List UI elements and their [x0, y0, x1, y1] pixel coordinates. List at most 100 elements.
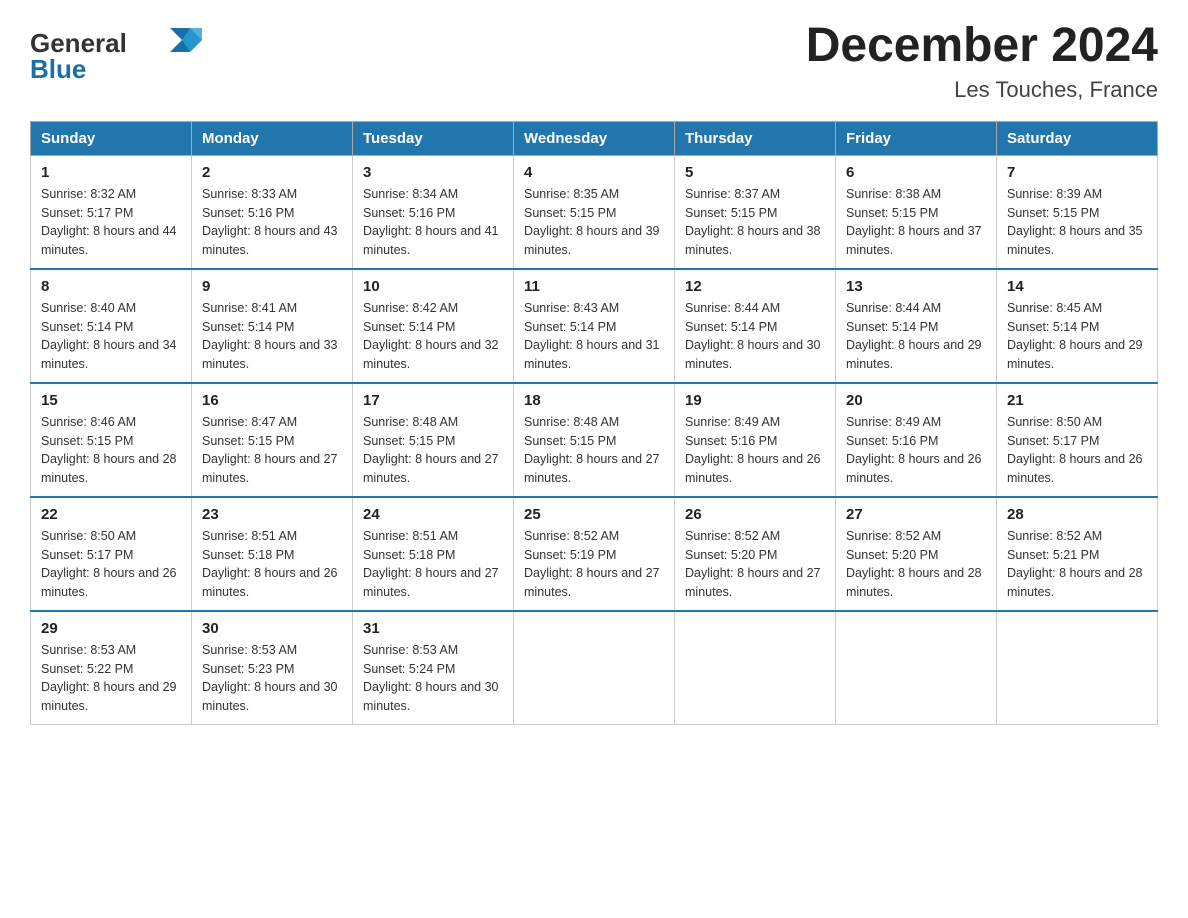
- weekday-header-saturday: Saturday: [997, 121, 1158, 155]
- weekday-header-thursday: Thursday: [675, 121, 836, 155]
- calendar-cell: 31 Sunrise: 8:53 AMSunset: 5:24 PMDaylig…: [353, 611, 514, 725]
- day-info: Sunrise: 8:53 AMSunset: 5:23 PMDaylight:…: [202, 641, 342, 716]
- calendar-table: SundayMondayTuesdayWednesdayThursdayFrid…: [30, 121, 1158, 725]
- calendar-cell: 22 Sunrise: 8:50 AMSunset: 5:17 PMDaylig…: [31, 497, 192, 611]
- day-info: Sunrise: 8:35 AMSunset: 5:15 PMDaylight:…: [524, 185, 664, 260]
- weekday-header-monday: Monday: [192, 121, 353, 155]
- calendar-cell: [997, 611, 1158, 725]
- calendar-cell: 5 Sunrise: 8:37 AMSunset: 5:15 PMDayligh…: [675, 155, 836, 269]
- day-info: Sunrise: 8:40 AMSunset: 5:14 PMDaylight:…: [41, 299, 181, 374]
- day-number: 24: [363, 506, 503, 523]
- day-info: Sunrise: 8:47 AMSunset: 5:15 PMDaylight:…: [202, 413, 342, 488]
- day-number: 8: [41, 278, 181, 295]
- calendar-cell: 15 Sunrise: 8:46 AMSunset: 5:15 PMDaylig…: [31, 383, 192, 497]
- calendar-week-row: 8 Sunrise: 8:40 AMSunset: 5:14 PMDayligh…: [31, 269, 1158, 383]
- calendar-week-row: 22 Sunrise: 8:50 AMSunset: 5:17 PMDaylig…: [31, 497, 1158, 611]
- calendar-cell: 4 Sunrise: 8:35 AMSunset: 5:15 PMDayligh…: [514, 155, 675, 269]
- calendar-cell: 2 Sunrise: 8:33 AMSunset: 5:16 PMDayligh…: [192, 155, 353, 269]
- weekday-header-sunday: Sunday: [31, 121, 192, 155]
- day-number: 7: [1007, 164, 1147, 181]
- calendar-cell: 24 Sunrise: 8:51 AMSunset: 5:18 PMDaylig…: [353, 497, 514, 611]
- day-number: 12: [685, 278, 825, 295]
- day-info: Sunrise: 8:49 AMSunset: 5:16 PMDaylight:…: [846, 413, 986, 488]
- day-info: Sunrise: 8:33 AMSunset: 5:16 PMDaylight:…: [202, 185, 342, 260]
- day-number: 26: [685, 506, 825, 523]
- title-area: December 2024 Les Touches, France: [806, 20, 1158, 103]
- day-number: 25: [524, 506, 664, 523]
- day-info: Sunrise: 8:49 AMSunset: 5:16 PMDaylight:…: [685, 413, 825, 488]
- month-year-title: December 2024: [806, 20, 1158, 73]
- calendar-cell: 13 Sunrise: 8:44 AMSunset: 5:14 PMDaylig…: [836, 269, 997, 383]
- calendar-cell: 28 Sunrise: 8:52 AMSunset: 5:21 PMDaylig…: [997, 497, 1158, 611]
- day-number: 27: [846, 506, 986, 523]
- day-info: Sunrise: 8:32 AMSunset: 5:17 PMDaylight:…: [41, 185, 181, 260]
- calendar-cell: 3 Sunrise: 8:34 AMSunset: 5:16 PMDayligh…: [353, 155, 514, 269]
- calendar-cell: [514, 611, 675, 725]
- calendar-week-row: 1 Sunrise: 8:32 AMSunset: 5:17 PMDayligh…: [31, 155, 1158, 269]
- day-info: Sunrise: 8:48 AMSunset: 5:15 PMDaylight:…: [524, 413, 664, 488]
- day-info: Sunrise: 8:51 AMSunset: 5:18 PMDaylight:…: [363, 527, 503, 602]
- day-number: 29: [41, 620, 181, 637]
- day-info: Sunrise: 8:45 AMSunset: 5:14 PMDaylight:…: [1007, 299, 1147, 374]
- day-info: Sunrise: 8:42 AMSunset: 5:14 PMDaylight:…: [363, 299, 503, 374]
- calendar-cell: 9 Sunrise: 8:41 AMSunset: 5:14 PMDayligh…: [192, 269, 353, 383]
- day-info: Sunrise: 8:48 AMSunset: 5:15 PMDaylight:…: [363, 413, 503, 488]
- calendar-cell: 7 Sunrise: 8:39 AMSunset: 5:15 PMDayligh…: [997, 155, 1158, 269]
- logo-area: General Blue: [30, 20, 210, 95]
- calendar-cell: 21 Sunrise: 8:50 AMSunset: 5:17 PMDaylig…: [997, 383, 1158, 497]
- calendar-cell: 18 Sunrise: 8:48 AMSunset: 5:15 PMDaylig…: [514, 383, 675, 497]
- calendar-cell: 8 Sunrise: 8:40 AMSunset: 5:14 PMDayligh…: [31, 269, 192, 383]
- calendar-cell: 6 Sunrise: 8:38 AMSunset: 5:15 PMDayligh…: [836, 155, 997, 269]
- logo: General Blue: [30, 20, 210, 95]
- day-number: 18: [524, 392, 664, 409]
- day-number: 21: [1007, 392, 1147, 409]
- calendar-cell: 10 Sunrise: 8:42 AMSunset: 5:14 PMDaylig…: [353, 269, 514, 383]
- day-number: 15: [41, 392, 181, 409]
- calendar-cell: 1 Sunrise: 8:32 AMSunset: 5:17 PMDayligh…: [31, 155, 192, 269]
- day-info: Sunrise: 8:37 AMSunset: 5:15 PMDaylight:…: [685, 185, 825, 260]
- day-info: Sunrise: 8:34 AMSunset: 5:16 PMDaylight:…: [363, 185, 503, 260]
- day-info: Sunrise: 8:52 AMSunset: 5:21 PMDaylight:…: [1007, 527, 1147, 602]
- day-info: Sunrise: 8:41 AMSunset: 5:14 PMDaylight:…: [202, 299, 342, 374]
- day-number: 11: [524, 278, 664, 295]
- day-info: Sunrise: 8:52 AMSunset: 5:19 PMDaylight:…: [524, 527, 664, 602]
- calendar-cell: 14 Sunrise: 8:45 AMSunset: 5:14 PMDaylig…: [997, 269, 1158, 383]
- calendar-cell: 30 Sunrise: 8:53 AMSunset: 5:23 PMDaylig…: [192, 611, 353, 725]
- weekday-header-wednesday: Wednesday: [514, 121, 675, 155]
- calendar-cell: 16 Sunrise: 8:47 AMSunset: 5:15 PMDaylig…: [192, 383, 353, 497]
- day-number: 31: [363, 620, 503, 637]
- calendar-cell: 25 Sunrise: 8:52 AMSunset: 5:19 PMDaylig…: [514, 497, 675, 611]
- day-number: 22: [41, 506, 181, 523]
- day-number: 16: [202, 392, 342, 409]
- calendar-week-row: 29 Sunrise: 8:53 AMSunset: 5:22 PMDaylig…: [31, 611, 1158, 725]
- day-info: Sunrise: 8:44 AMSunset: 5:14 PMDaylight:…: [685, 299, 825, 374]
- day-number: 6: [846, 164, 986, 181]
- day-number: 1: [41, 164, 181, 181]
- calendar-cell: 26 Sunrise: 8:52 AMSunset: 5:20 PMDaylig…: [675, 497, 836, 611]
- day-number: 4: [524, 164, 664, 181]
- calendar-week-row: 15 Sunrise: 8:46 AMSunset: 5:15 PMDaylig…: [31, 383, 1158, 497]
- day-number: 9: [202, 278, 342, 295]
- svg-text:Blue: Blue: [30, 54, 86, 84]
- day-number: 10: [363, 278, 503, 295]
- day-info: Sunrise: 8:39 AMSunset: 5:15 PMDaylight:…: [1007, 185, 1147, 260]
- calendar-cell: [836, 611, 997, 725]
- day-info: Sunrise: 8:43 AMSunset: 5:14 PMDaylight:…: [524, 299, 664, 374]
- day-info: Sunrise: 8:53 AMSunset: 5:22 PMDaylight:…: [41, 641, 181, 716]
- day-info: Sunrise: 8:52 AMSunset: 5:20 PMDaylight:…: [685, 527, 825, 602]
- calendar-cell: 20 Sunrise: 8:49 AMSunset: 5:16 PMDaylig…: [836, 383, 997, 497]
- day-info: Sunrise: 8:38 AMSunset: 5:15 PMDaylight:…: [846, 185, 986, 260]
- day-number: 17: [363, 392, 503, 409]
- weekday-header-friday: Friday: [836, 121, 997, 155]
- day-number: 14: [1007, 278, 1147, 295]
- day-info: Sunrise: 8:50 AMSunset: 5:17 PMDaylight:…: [1007, 413, 1147, 488]
- day-number: 20: [846, 392, 986, 409]
- day-info: Sunrise: 8:50 AMSunset: 5:17 PMDaylight:…: [41, 527, 181, 602]
- day-info: Sunrise: 8:53 AMSunset: 5:24 PMDaylight:…: [363, 641, 503, 716]
- calendar-cell: 11 Sunrise: 8:43 AMSunset: 5:14 PMDaylig…: [514, 269, 675, 383]
- day-info: Sunrise: 8:51 AMSunset: 5:18 PMDaylight:…: [202, 527, 342, 602]
- location-subtitle: Les Touches, France: [806, 77, 1158, 103]
- day-number: 28: [1007, 506, 1147, 523]
- calendar-cell: 19 Sunrise: 8:49 AMSunset: 5:16 PMDaylig…: [675, 383, 836, 497]
- calendar-cell: [675, 611, 836, 725]
